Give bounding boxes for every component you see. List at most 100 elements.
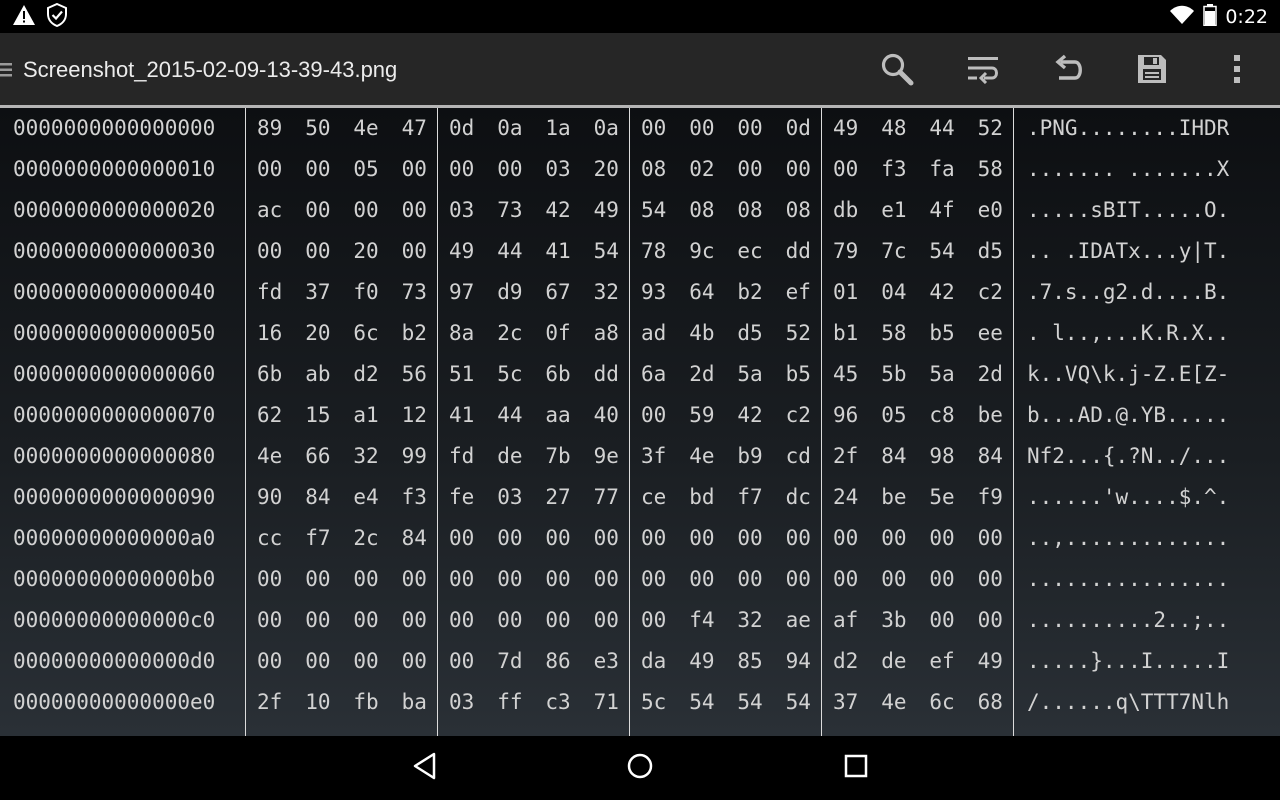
hex-byte[interactable]: 24: [833, 477, 858, 518]
hex-byte[interactable]: 0a: [594, 108, 619, 149]
hex-byte[interactable]: 6b: [545, 354, 570, 395]
hex-byte[interactable]: 00: [545, 600, 570, 641]
hex-byte[interactable]: 00: [402, 559, 427, 600]
hex-row[interactable]: 00000000000000b0 00 00 00 00 00 00 00 00 00 00 00 00…: [0, 559, 1280, 600]
hex-byte[interactable]: 58: [881, 313, 906, 354]
hex-byte[interactable]: 15: [305, 395, 330, 436]
hex-byte[interactable]: fb: [353, 682, 378, 723]
hex-byte[interactable]: de: [497, 436, 522, 477]
hex-byte[interactable]: 54: [786, 682, 811, 723]
hex-byte[interactable]: 45: [833, 354, 858, 395]
hex-byte[interactable]: 00: [833, 149, 858, 190]
hex-byte[interactable]: 00: [305, 231, 330, 272]
hex-byte[interactable]: ac: [257, 190, 282, 231]
hex-byte[interactable]: 4e: [689, 436, 714, 477]
hex-byte[interactable]: 54: [929, 231, 954, 272]
hex-byte[interactable]: 27: [545, 477, 570, 518]
hex-byte[interactable]: e3: [594, 641, 619, 682]
hex-byte[interactable]: c2: [978, 272, 1003, 313]
hex-byte[interactable]: 42: [545, 190, 570, 231]
hex-byte[interactable]: 8a: [449, 313, 474, 354]
hex-byte[interactable]: f3: [402, 477, 427, 518]
hex-byte[interactable]: 49: [449, 231, 474, 272]
hex-byte[interactable]: dc: [786, 477, 811, 518]
hex-byte[interactable]: 2f: [257, 682, 282, 723]
hex-byte[interactable]: 2c: [353, 518, 378, 559]
hex-byte[interactable]: 08: [641, 149, 666, 190]
hex-byte[interactable]: 00: [402, 600, 427, 641]
hex-byte[interactable]: 54: [737, 682, 762, 723]
hex-byte[interactable]: 00: [305, 190, 330, 231]
hex-byte[interactable]: d5: [978, 231, 1003, 272]
hex-byte[interactable]: 00: [641, 600, 666, 641]
hex-byte[interactable]: 00: [257, 600, 282, 641]
hex-byte[interactable]: 32: [353, 436, 378, 477]
hex-byte[interactable]: 00: [353, 559, 378, 600]
hex-byte[interactable]: 6c: [353, 313, 378, 354]
hex-byte[interactable]: 00: [929, 600, 954, 641]
hex-byte[interactable]: 00: [257, 641, 282, 682]
hex-byte[interactable]: cd: [786, 436, 811, 477]
hex-byte[interactable]: e0: [978, 190, 1003, 231]
hex-row[interactable]: 0000000000000000 89 50 4e 47 0d 0a 1a 0a 00 00 00 0d…: [0, 108, 1280, 149]
hex-row[interactable]: 0000000000000030 00 00 20 00 49 44 41 54 78 9c ec dd…: [0, 231, 1280, 272]
hex-byte[interactable]: 00: [497, 559, 522, 600]
hex-byte[interactable]: 42: [929, 272, 954, 313]
hex-byte[interactable]: 56: [402, 354, 427, 395]
hex-byte[interactable]: 37: [305, 272, 330, 313]
hex-byte[interactable]: 54: [689, 682, 714, 723]
save-button[interactable]: [1128, 47, 1176, 95]
hex-byte[interactable]: ba: [402, 682, 427, 723]
hex-byte[interactable]: 96: [833, 395, 858, 436]
hex-byte[interactable]: 9c: [689, 231, 714, 272]
hex-byte[interactable]: cc: [257, 518, 282, 559]
hex-byte[interactable]: 0f: [545, 313, 570, 354]
hex-byte[interactable]: 4e: [353, 108, 378, 149]
hex-byte[interactable]: 00: [353, 641, 378, 682]
hex-byte[interactable]: 40: [594, 395, 619, 436]
hex-byte[interactable]: 04: [881, 272, 906, 313]
hex-byte[interactable]: 99: [402, 436, 427, 477]
hex-byte[interactable]: f9: [978, 477, 1003, 518]
hex-byte[interactable]: 03: [497, 477, 522, 518]
hex-byte[interactable]: 5b: [881, 354, 906, 395]
recents-button[interactable]: [838, 750, 874, 786]
hex-byte[interactable]: 05: [881, 395, 906, 436]
hex-byte[interactable]: d2: [833, 641, 858, 682]
hex-byte[interactable]: ec: [737, 231, 762, 272]
hex-byte[interactable]: 79: [833, 231, 858, 272]
hex-byte[interactable]: 9e: [594, 436, 619, 477]
hex-byte[interactable]: 97: [449, 272, 474, 313]
hex-byte[interactable]: 41: [545, 231, 570, 272]
hex-byte[interactable]: 00: [641, 559, 666, 600]
hex-byte[interactable]: 44: [497, 231, 522, 272]
hex-byte[interactable]: 00: [929, 559, 954, 600]
hex-byte[interactable]: dd: [786, 231, 811, 272]
hex-byte[interactable]: af: [833, 600, 858, 641]
hex-byte[interactable]: 00: [353, 190, 378, 231]
hex-byte[interactable]: 62: [257, 395, 282, 436]
hex-byte[interactable]: 84: [881, 436, 906, 477]
hex-byte[interactable]: 2d: [689, 354, 714, 395]
hex-byte[interactable]: c8: [929, 395, 954, 436]
hex-byte[interactable]: 7d: [497, 641, 522, 682]
hex-byte[interactable]: 49: [594, 190, 619, 231]
hex-byte[interactable]: 00: [402, 149, 427, 190]
hex-byte[interactable]: 00: [402, 641, 427, 682]
hex-row[interactable]: 0000000000000020 ac 00 00 00 03 73 42 49 54 08 08 08…: [0, 190, 1280, 231]
hex-byte[interactable]: 52: [978, 108, 1003, 149]
hex-byte[interactable]: 66: [305, 436, 330, 477]
hex-byte[interactable]: 42: [737, 395, 762, 436]
hex-byte[interactable]: 00: [737, 108, 762, 149]
hex-byte[interactable]: 00: [353, 600, 378, 641]
hex-byte[interactable]: 0a: [497, 108, 522, 149]
hex-byte[interactable]: 44: [929, 108, 954, 149]
hex-byte[interactable]: 00: [402, 190, 427, 231]
hex-row[interactable]: 0000000000000090 90 84 e4 f3 fe 03 27 77 ce bd f7 dc…: [0, 477, 1280, 518]
hex-byte[interactable]: 49: [689, 641, 714, 682]
hex-byte[interactable]: 4e: [257, 436, 282, 477]
hex-byte[interactable]: 00: [737, 559, 762, 600]
hex-byte[interactable]: b2: [402, 313, 427, 354]
hex-byte[interactable]: 00: [786, 149, 811, 190]
hex-byte[interactable]: 05: [353, 149, 378, 190]
